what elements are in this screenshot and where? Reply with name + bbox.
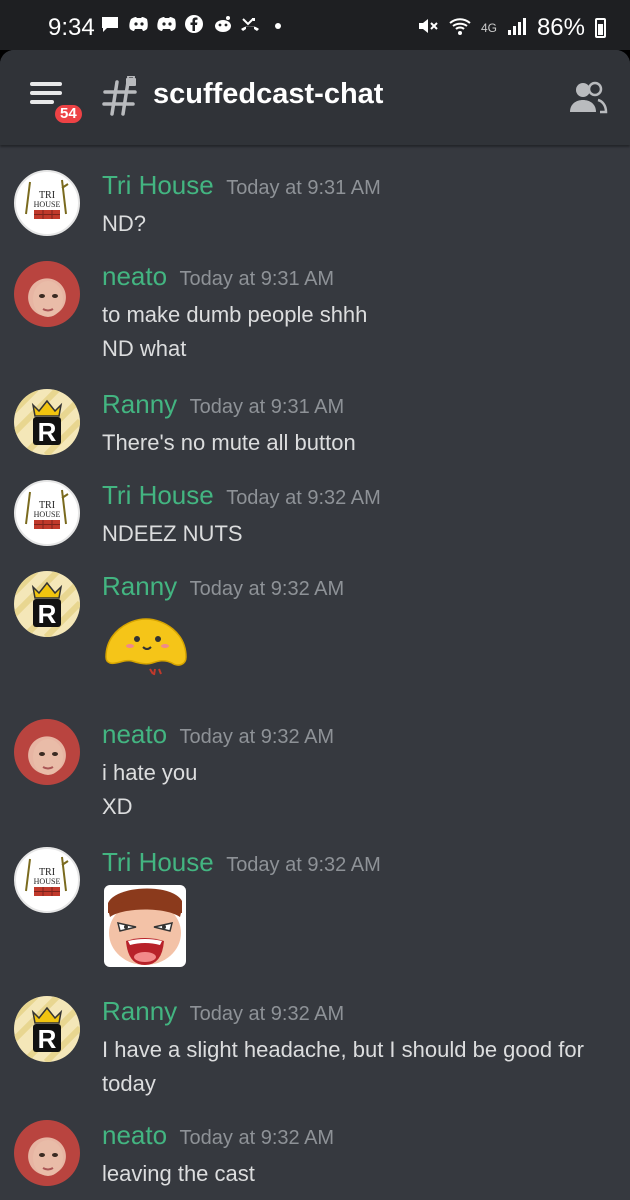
status-right: 4G 86%	[417, 14, 606, 42]
timestamp: Today at 9:32 AM	[179, 1127, 335, 1149]
message-text: i hate you	[102, 760, 198, 785]
message-text: to make dumb people shhh	[102, 302, 368, 327]
timestamp: Today at 9:31 AM	[226, 177, 381, 199]
text-channel-icon	[102, 76, 137, 116]
timestamp: Today at 9:31 AM	[189, 396, 345, 418]
avatar-ranny[interactable]: R	[14, 389, 80, 455]
hamburger-icon	[30, 82, 62, 86]
avatar-neato[interactable]	[14, 719, 80, 785]
message-text: ND what	[102, 336, 187, 361]
svg-text:HOUSE: HOUSE	[34, 200, 61, 209]
battery-percent: 86%	[536, 14, 585, 41]
message-text: NDEEZ NUTS	[102, 521, 243, 546]
status-time: 9:34	[48, 14, 95, 41]
yellow-blob-emote[interactable]	[102, 613, 190, 677]
timestamp: Today at 9:32 AM	[189, 1003, 345, 1025]
username[interactable]: Ranny	[102, 571, 177, 601]
channel-header: 54 scuffedcast-chat	[0, 50, 630, 145]
facebook-icon	[184, 14, 204, 34]
timestamp: Today at 9:31 AM	[179, 268, 335, 290]
timestamp: Today at 9:32 AM	[189, 578, 345, 600]
svg-text:HOUSE: HOUSE	[34, 510, 61, 519]
username[interactable]: Ranny	[102, 996, 177, 1026]
avatar-ranny[interactable]: R	[14, 996, 80, 1062]
username[interactable]: neato	[102, 261, 167, 291]
battery-icon	[595, 18, 606, 38]
signal-icon	[507, 16, 527, 41]
message-text: today	[102, 1071, 156, 1096]
svg-text:R: R	[38, 1024, 57, 1054]
avatar-ranny[interactable]: R	[14, 571, 80, 637]
message-list: TRI HOUSE Tri House Today at 9:31 AM ND?	[0, 145, 630, 1200]
mute-icon	[417, 16, 439, 41]
signal-label: 4G	[480, 21, 497, 35]
username[interactable]: Ranny	[102, 389, 177, 419]
notification-badge: 54	[52, 102, 85, 126]
avatar-tri-house[interactable]: TRI HOUSE	[14, 480, 80, 546]
dot-icon	[268, 14, 288, 34]
timestamp: Today at 9:32 AM	[226, 487, 381, 509]
message-text: There's no mute all button	[102, 430, 356, 455]
notification-icons	[100, 14, 288, 34]
message-text: ND?	[102, 211, 147, 236]
message-text: XD	[102, 794, 133, 819]
avatar-tri-house[interactable]: TRI HOUSE	[14, 847, 80, 913]
timestamp: Today at 9:32 AM	[226, 854, 381, 876]
username[interactable]: Tri House	[102, 170, 214, 200]
missed-call-icon	[240, 14, 260, 34]
discord-app: 54 scuffedcast-chat TRI HOUSE Tri House …	[0, 50, 630, 1200]
username[interactable]: neato	[102, 1120, 167, 1150]
svg-text:R: R	[38, 417, 57, 447]
svg-text:HOUSE: HOUSE	[34, 877, 61, 886]
timestamp: Today at 9:32 AM	[179, 726, 335, 748]
discord-icon	[156, 14, 176, 34]
members-icon[interactable]	[568, 80, 608, 114]
message-text: leaving the cast	[102, 1161, 255, 1186]
svg-text:R: R	[38, 599, 57, 629]
wifi-icon	[449, 16, 471, 41]
discord-icon	[128, 14, 148, 34]
avatar-neato[interactable]	[14, 1120, 80, 1186]
avatar-tri-house[interactable]: TRI HOUSE	[14, 170, 80, 236]
username[interactable]: Tri House	[102, 847, 214, 877]
reddit-icon	[212, 14, 232, 34]
channel-name: scuffedcast-chat	[153, 78, 384, 110]
username[interactable]: neato	[102, 719, 167, 749]
username[interactable]: Tri House	[102, 480, 214, 510]
avatar-neato[interactable]	[14, 261, 80, 327]
chat-icon	[100, 14, 120, 34]
status-bar: 9:34 4G 86%	[0, 0, 630, 50]
laughing-face-emote[interactable]	[102, 883, 188, 969]
message-text: I have a slight headache, but I should b…	[102, 1037, 584, 1062]
